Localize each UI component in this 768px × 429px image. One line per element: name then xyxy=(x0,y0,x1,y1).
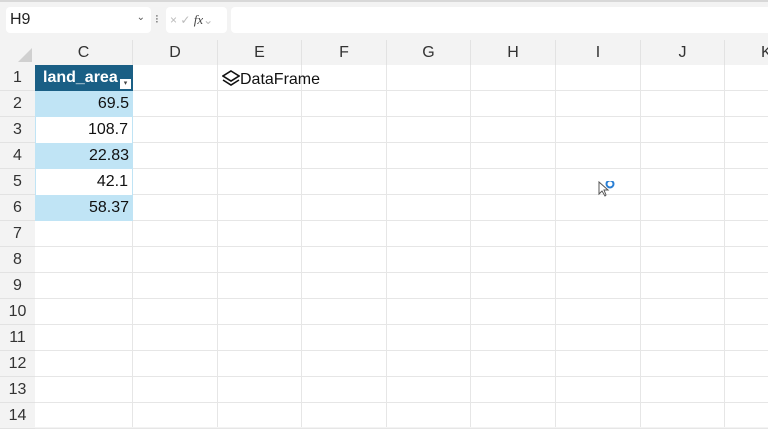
column-header-E[interactable]: E xyxy=(218,40,302,65)
gridline xyxy=(35,324,768,325)
table-cell[interactable]: 108.7 xyxy=(35,117,133,143)
busy-cursor-icon xyxy=(598,181,615,197)
gridline xyxy=(35,402,768,403)
chevron-down-icon[interactable]: ⌄ xyxy=(203,13,213,27)
layers-icon xyxy=(221,70,241,86)
column-header-J[interactable]: J xyxy=(641,40,725,65)
table-cell[interactable]: 42.1 xyxy=(35,169,133,195)
column-header-F[interactable]: F xyxy=(302,40,387,65)
insert-function-button[interactable]: fx xyxy=(194,12,203,27)
gridline xyxy=(35,298,768,299)
dataframe-cell[interactable]: DataFrame xyxy=(221,67,321,93)
column-header-I[interactable]: I xyxy=(556,40,641,65)
row-header-7[interactable]: 7 xyxy=(0,221,35,247)
row-header-8[interactable]: 8 xyxy=(0,247,35,273)
row-header-1[interactable]: 1 xyxy=(0,65,35,91)
row-header-13[interactable]: 13 xyxy=(0,377,35,403)
enter-icon[interactable]: ✓ xyxy=(180,13,190,27)
gridline xyxy=(35,142,768,143)
column-header-D[interactable]: D xyxy=(133,40,218,65)
formula-controls: × ✓ fx⌄ xyxy=(166,7,227,33)
dataframe-label: DataFrame xyxy=(240,71,321,88)
filter-dropdown-icon[interactable]: ▾ xyxy=(120,79,131,89)
header-label: land_area xyxy=(43,69,118,86)
gridline xyxy=(35,194,768,195)
column-header-C[interactable]: C xyxy=(35,40,133,65)
row-header-4[interactable]: 4 xyxy=(0,143,35,169)
gridline xyxy=(35,90,768,91)
gridline xyxy=(35,220,768,221)
row-header-6[interactable]: 6 xyxy=(0,195,35,221)
row-header-5[interactable]: 5 xyxy=(0,169,35,195)
table-cell[interactable]: 58.37 xyxy=(35,195,133,221)
gridline xyxy=(35,376,768,377)
gridline xyxy=(35,350,768,351)
row-header-10[interactable]: 10 xyxy=(0,299,35,325)
select-all-button[interactable] xyxy=(0,40,35,65)
spreadsheet-grid[interactable]: CDEFGHIJK 1 2 3 4 5 6 7 8 9 10 11 12 13 14 land_area ▾… xyxy=(0,40,768,429)
formula-input[interactable] xyxy=(231,7,768,33)
gridline xyxy=(35,272,768,273)
row-header-3[interactable]: 3 xyxy=(0,117,35,143)
table-cell[interactable]: 22.83 xyxy=(35,143,133,169)
row-header-11[interactable]: 11 xyxy=(0,325,35,351)
gridline xyxy=(35,116,768,117)
column-header-G[interactable]: G xyxy=(387,40,471,65)
more-icon[interactable]: ⁝ xyxy=(155,12,159,26)
column-header-K[interactable]: K xyxy=(725,40,768,65)
chevron-down-icon[interactable]: ⌄ xyxy=(137,12,145,23)
name-box-value: H9 xyxy=(10,11,31,28)
row-header-12[interactable]: 12 xyxy=(0,351,35,377)
row-header-9[interactable]: 9 xyxy=(0,273,35,299)
cancel-icon[interactable]: × xyxy=(170,13,177,27)
gridline xyxy=(35,168,768,169)
gridline xyxy=(35,246,768,247)
column-header-H[interactable]: H xyxy=(471,40,556,65)
table-cell[interactable]: 69.5 xyxy=(35,91,133,117)
table-header-land-area[interactable]: land_area ▾ xyxy=(35,65,133,91)
row-header-14[interactable]: 14 xyxy=(0,403,35,429)
top-border xyxy=(0,0,768,2)
name-box[interactable]: H9 ⌄ xyxy=(6,7,151,33)
row-header-2[interactable]: 2 xyxy=(0,91,35,117)
